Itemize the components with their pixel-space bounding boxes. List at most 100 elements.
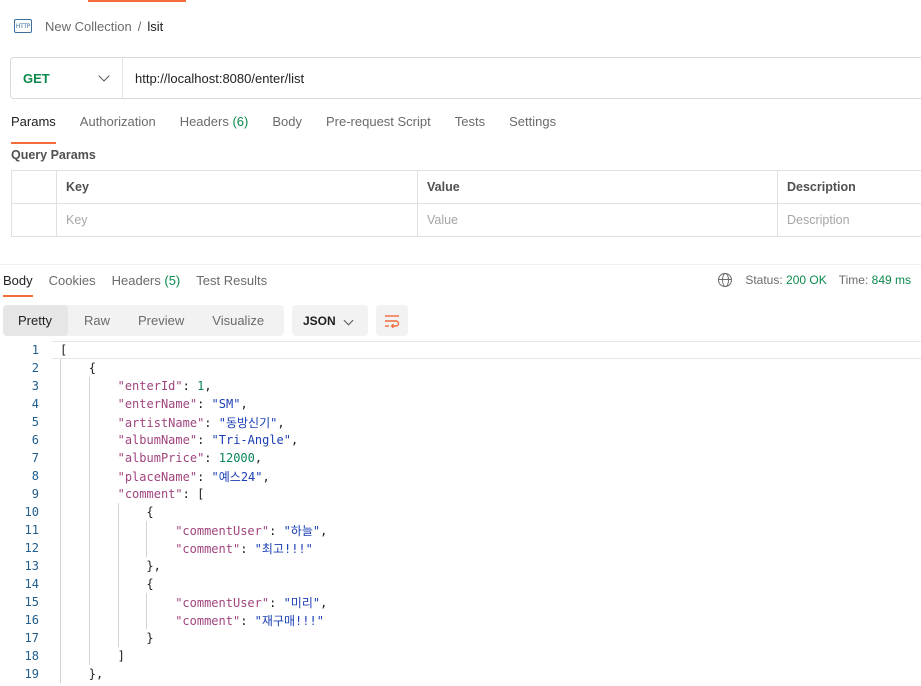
status-code[interactable]: 200 OK [786,273,827,287]
code-line: 16 "comment": "재구매!!!" [0,611,921,629]
tab-body[interactable]: Body [272,114,302,138]
code-line: 12 "comment": "최고!!!" [0,539,921,557]
response-body-editor[interactable]: 1[2{3 "enterId": 1, 4 "enterName": "SM", 5 "a… [0,341,921,683]
wrap-lines-icon [385,314,400,328]
format-label: JSON [303,313,336,328]
response-tab-headers[interactable]: Headers (5) [112,273,181,295]
line-number: 13 [24,559,39,573]
active-tab-indicator [88,0,186,2]
url-bar: GET http://localhost:8080/enter/list [10,57,921,99]
response-meta: Status: 200 OK Time: 849 ms [718,273,911,287]
tab-params[interactable]: Params [11,114,56,144]
code-text: "albumPrice": 12000, [117,451,263,465]
code-text: "commentUser": "미리", [175,595,328,610]
tab-label: Body [272,114,302,129]
status-label: Status: [745,273,783,287]
line-number: 10 [24,505,39,519]
code-text: { [146,577,154,591]
indent-guide [146,593,148,629]
tab-headers[interactable]: Headers (6) [180,114,249,138]
code-line: 8 "placeName": "예스24", [0,467,921,485]
indent-guide [117,503,119,647]
code-line: 9 "comment": [ [0,485,921,503]
response-tab-cookies[interactable]: Cookies [49,273,96,295]
tab-label: Settings [509,114,557,129]
query-params-title: Query Params [11,148,96,162]
line-number: 4 [31,397,39,411]
view-raw-button[interactable]: Raw [68,305,124,336]
breadcrumb-request-name[interactable]: lsit [147,19,163,34]
line-number: 5 [31,415,39,429]
line-number: 18 [24,649,39,663]
code-line: 3 "enterId": 1, [0,377,921,395]
tab-label: Test Results [196,273,268,288]
indent-guide [146,521,148,557]
column-header-value: Value [418,171,778,203]
code-text: "comment": [ [117,487,205,501]
tab-label: Headers [179,114,229,129]
code-text: [ [60,343,68,357]
breadcrumb-separator: / [137,18,142,34]
code-text: }, [146,559,161,573]
globe-icon[interactable] [718,273,733,287]
code-text: "artistName": "동방신기", [117,415,285,430]
tab-count-badge: (5) [164,273,181,288]
tab-count-badge: (6) [232,114,249,129]
code-line: 11 "commentUser": "하늘", [0,521,921,539]
code-line: 17} [0,629,921,647]
url-input[interactable]: http://localhost:8080/enter/list [123,71,304,86]
view-pretty-button[interactable]: Pretty [3,305,68,336]
response-tab-test-results[interactable]: Test Results [196,273,267,295]
description-input[interactable]: Description [778,204,921,236]
tab-label: Cookies [48,273,96,288]
method-select[interactable]: GET [11,58,123,98]
tab-authorization[interactable]: Authorization [80,114,156,138]
code-text: "enterName": "SM", [117,397,248,411]
code-text: "comment": "최고!!!" [175,541,313,556]
response-tab-body[interactable]: Body [3,273,33,297]
tab-label: Tests [454,114,486,129]
code-line: 1[ [0,341,921,359]
column-header-key: Key [57,171,418,203]
pane-divider[interactable] [0,264,921,265]
code-text: "comment": "재구매!!!" [175,613,324,628]
response-time[interactable]: 849 ms [872,273,911,287]
tab-label: Authorization [79,114,156,129]
code-text: { [88,361,97,375]
key-input[interactable]: Key [57,204,418,236]
line-number: 14 [24,577,39,591]
code-line: 19}, [0,665,921,683]
line-number: 6 [31,433,39,447]
tab-pre-request-script[interactable]: Pre-request Script [326,114,431,138]
indent-guide [60,359,61,683]
view-preview-button[interactable]: Preview [124,305,198,336]
format-select[interactable]: JSON [292,305,368,336]
http-icon: HTTP [14,19,32,33]
code-text: "placeName": "예스24", [117,469,270,484]
value-input[interactable]: Value [418,204,778,236]
code-text: } [146,631,154,645]
line-number: 8 [31,469,39,483]
line-number: 15 [24,595,39,609]
response-tabs: Body Cookies Headers (5) Test Results [3,273,283,297]
method-label: GET [23,70,50,86]
breadcrumb-collection[interactable]: New Collection [45,19,132,34]
line-number: 19 [24,667,39,681]
chevron-down-icon [343,315,354,326]
tab-tests[interactable]: Tests [455,114,485,138]
time-label: Time: [838,273,869,287]
tab-settings[interactable]: Settings [509,114,556,138]
line-number: 1 [31,343,39,357]
code-line: 5 "artistName": "동방신기", [0,413,921,431]
line-number: 17 [24,631,39,645]
line-number: 9 [31,487,39,501]
code-line: 10 { [0,503,921,521]
line-number: 11 [24,523,39,537]
line-number: 3 [31,379,39,393]
code-text: ] [117,649,125,663]
view-mode-switch: Pretty Raw Preview Visualize [3,305,284,336]
view-visualize-button[interactable]: Visualize [198,305,278,336]
row-checkbox-cell [12,204,57,236]
breadcrumb: HTTP New Collection / lsit [14,16,163,36]
wrap-lines-button[interactable] [376,305,408,336]
